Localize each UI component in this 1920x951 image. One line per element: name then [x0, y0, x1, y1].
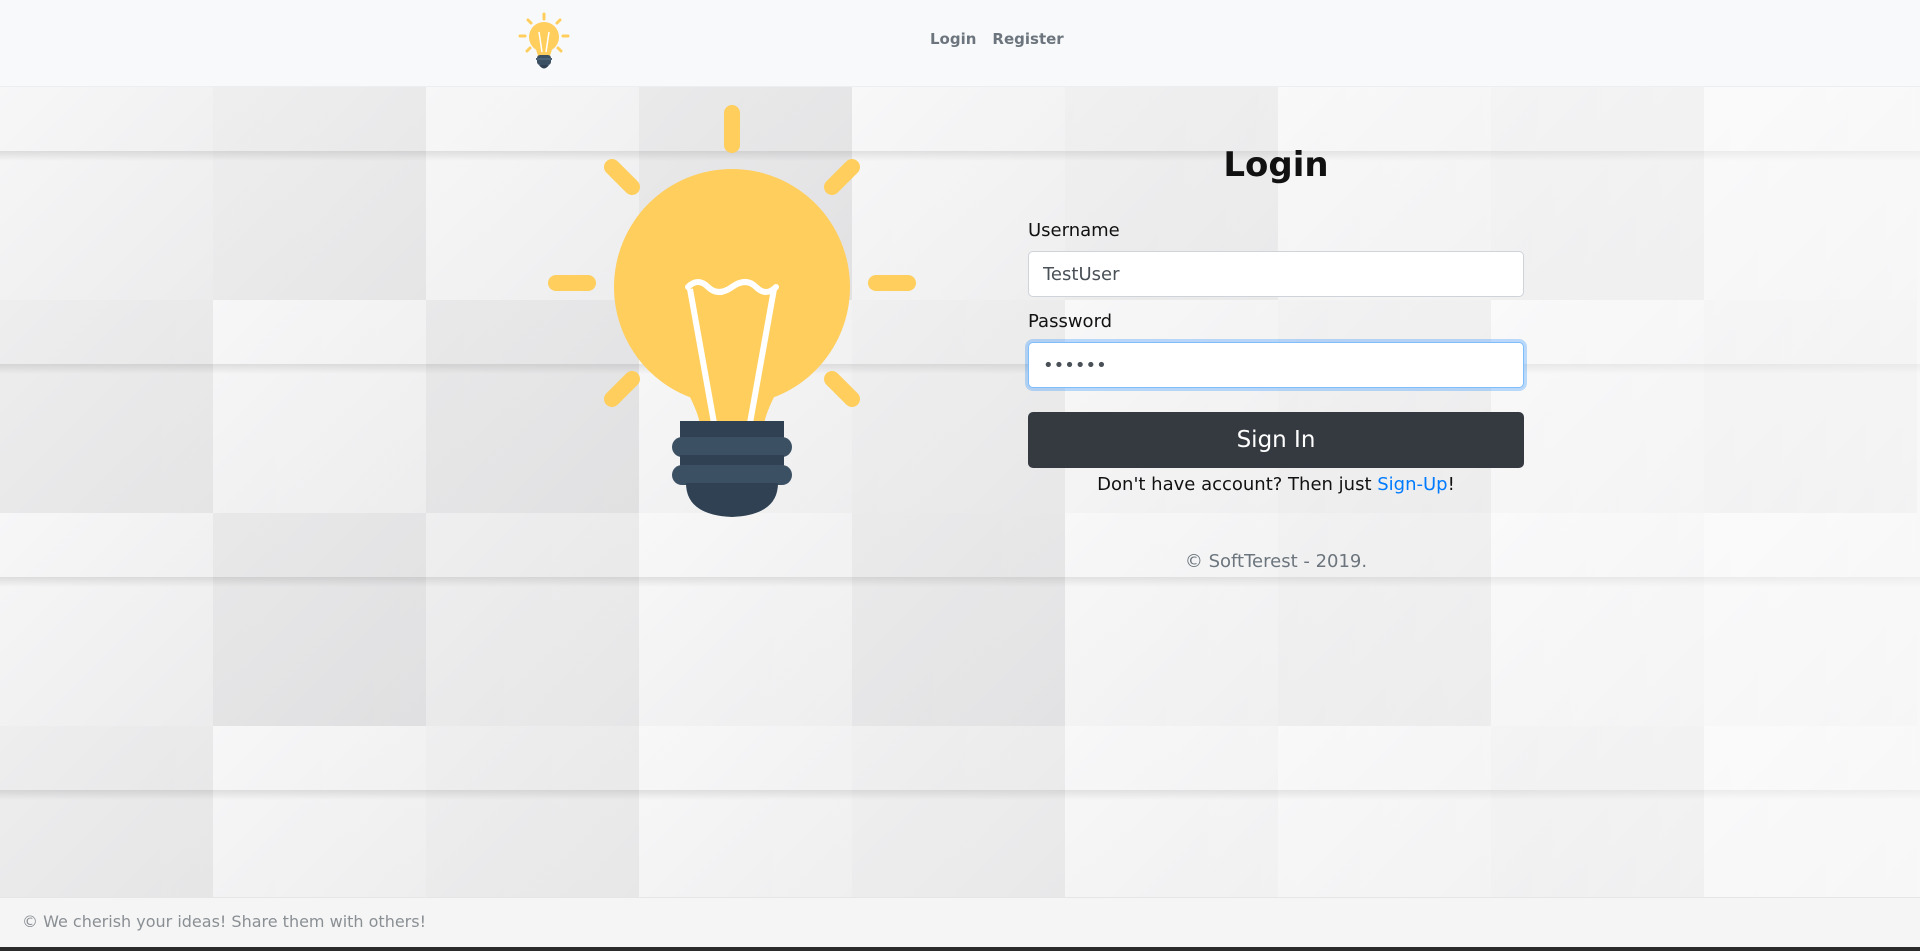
top-navbar: Login Register	[0, 0, 1920, 87]
sign-in-button[interactable]: Sign In	[1028, 412, 1524, 468]
signup-link[interactable]: Sign-Up	[1377, 474, 1447, 495]
lightbulb-icon	[548, 105, 916, 517]
page-footer: © We cherish your ideas! Share them with…	[0, 897, 1920, 947]
lightbulb-icon[interactable]	[516, 12, 572, 74]
login-form: Login Username Password Sign In Don't ha…	[1028, 140, 1524, 572]
signup-suffix-text: !	[1447, 474, 1455, 495]
bottom-strip	[0, 947, 1920, 951]
nav-register-link[interactable]: Register	[992, 30, 1063, 48]
password-label: Password	[1028, 311, 1113, 332]
copyright-text: © SoftTerest - 2019.	[1184, 551, 1368, 572]
username-label: Username	[1028, 220, 1120, 241]
nav-links: Login Register	[930, 30, 1064, 48]
background-area	[0, 87, 1920, 897]
signup-prompt: Don't have account? Then just Sign-Up!	[1028, 474, 1524, 495]
signup-prefix-text: Don't have account? Then just	[1097, 474, 1378, 495]
footer-text: © We cherish your ideas! Share them with…	[22, 912, 427, 931]
username-input[interactable]	[1028, 251, 1524, 297]
password-input[interactable]	[1028, 342, 1524, 388]
nav-login-link[interactable]: Login	[930, 30, 976, 48]
login-title: Login	[1223, 145, 1329, 185]
